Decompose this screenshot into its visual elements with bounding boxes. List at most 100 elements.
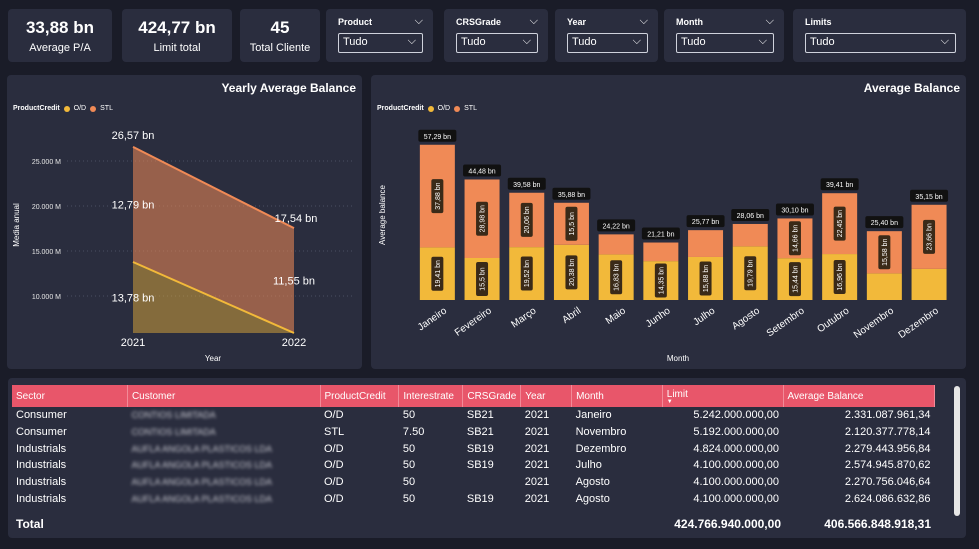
slicer-value: Tudo [810,36,835,48]
column-header-customer[interactable]: Customer [127,385,321,407]
column-header-month[interactable]: Month [571,385,663,407]
table-cell: 2.574.945.870,62 [844,459,931,472]
chevron-down-icon: ⌵ [522,35,531,47]
table-cell: AUFLA ANGOLA PLASTICOS LDA [131,443,272,454]
x-tick-label: Outubro [815,305,851,335]
table-cell: O/D [324,459,344,472]
table-cell: 2021 [524,409,550,422]
slicer-dropdown[interactable]: Tudo ⌵ [676,33,774,53]
column-header-limit[interactable]: Limit ▼ [662,385,784,407]
slicer-product[interactable]: Product ⌵ Tudo ⌵ [326,9,433,62]
kpi-average-pa: 33,88 bn Average P/A [8,9,112,62]
slicer-dropdown[interactable]: Tudo ⌵ [456,33,538,53]
table-cell: Agosto [575,492,610,505]
kpi-value: 33,88 bn [25,17,95,37]
x-tick-label: 2021 [121,337,145,349]
y-axis-title: Media anual [12,203,21,247]
slicer-limits[interactable]: Limits Tudo ⌵ [793,9,966,62]
total-label: 25,40 bn [871,220,898,227]
x-tick-label: Junho [644,305,673,330]
table-cell: 2.624.086.632,86 [844,492,931,505]
chevron-down-icon[interactable]: ⌵ [415,15,423,28]
x-tick-label: Setembro [765,305,807,339]
column-header-year[interactable]: Year [520,385,573,407]
slicer-value: Tudo [343,36,368,48]
y-tick-label: 25.000 M [32,159,61,166]
x-tick-label: Agosto [730,305,762,332]
y-axis-title: Average balance [378,185,387,245]
column-header-sector[interactable]: Sector [12,385,128,407]
table-cell: 4.100.000.000,00 [693,492,779,505]
x-axis-title: Year [205,354,222,363]
total-label: Total [16,517,44,531]
table-cell: O/D [324,492,344,505]
total-label: 28,06 bn [737,213,764,220]
table-cell: AUFLA ANGOLA PLASTICOS LDA [131,460,272,471]
table-row[interactable]: Industrials AUFLA ANGOLA PLASTICOS LDA O/D… [12,490,935,507]
stl-value-label: 23,66 bn [927,223,934,250]
table-cell: SB21 [466,409,494,422]
column-header-crsgrade[interactable]: CRSGrade [462,385,522,407]
table-cell: 4.100.000.000,00 [693,459,779,472]
table-cell: 5.192.000.000,00 [693,426,779,439]
table-row[interactable]: Industrials AUFLA ANGOLA PLASTICOS LDA O/D… [12,440,935,457]
yearly-average-balance-chart[interactable]: Yearly Average Balance ProductCredit O/D… [7,75,362,369]
kpi-label: Total Cliente [249,41,311,54]
table-scrollbar[interactable] [954,386,960,516]
slicer-title: Year [567,17,587,27]
x-tick-label: Novembro [852,305,896,341]
column-header-productcredit[interactable]: ProductCredit [320,385,400,407]
column-header-average-balance[interactable]: Average Balance [783,385,935,407]
table-cell: Industrials [16,442,67,455]
table-cell: 5.242.000.000,00 [693,409,779,422]
table-row[interactable]: Industrials AUFLA ANGOLA PLASTICOS LDA O/D… [12,457,935,474]
slicer-dropdown[interactable]: Tudo ⌵ [567,33,648,53]
table-row[interactable]: Consumer CONTIOS LIMITADA O/D 50 SB21 2021 Jan… [12,407,935,424]
od-value-label: 15,44 bn [792,265,799,292]
table-cell: Industrials [16,492,67,505]
slicer-month[interactable]: Month ⌵ Tudo ⌵ [664,9,784,62]
bar-chart-plot: 57,29 bn 19,41 bn 37,88 bn Janeiro 44,48 bn 1… [378,129,949,363]
total-label: 30,10 bn [781,207,808,214]
slicer-dropdown[interactable]: Tudo ⌵ [805,33,956,53]
od-value-label: 15,5 bn [480,267,487,290]
od-value-label: 16,83 bn [614,263,621,290]
total-label: 25,77 bn [692,219,719,226]
limit-header-label: Limit [666,388,688,400]
od-value-label: 19,52 bn [524,260,531,287]
total-average-balance: 406.566.848.918,31 [824,517,931,531]
kpi-value: 424,77 bn [138,17,216,37]
x-tick-label: 2022 [282,337,306,349]
slicer-dropdown[interactable]: Tudo ⌵ [338,33,423,53]
chevron-down-icon[interactable]: ⌵ [640,15,648,28]
table-cell: Novembro [575,426,627,439]
table-cell: SB19 [466,442,494,455]
table-cell [463,474,521,491]
total-label: 24,22 bn [603,223,630,230]
chevron-down-icon[interactable]: ⌵ [766,15,774,28]
od-value-label: 15,88 bn [703,265,710,292]
table-row[interactable]: Industrials AUFLA ANGOLA PLASTICOS LDA O/D… [12,474,935,491]
average-balance-chart[interactable]: Average Balance ProductCredit O/D STL 57… [371,75,966,369]
chevron-down-icon: ⌵ [407,35,416,47]
table-cell: Consumer [16,409,67,422]
table-cell: 2021 [524,476,550,489]
slicer-crsgrade[interactable]: CRSGrade ⌵ Tudo ⌵ [444,9,548,62]
y-tick-label: 15.000 M [32,249,61,256]
table-cell: 2021 [524,459,550,472]
table-row[interactable]: Consumer CONTIOS LIMITADA STL 7.50 SB21 2021 N… [12,424,935,441]
kpi-limit-total: 424,77 bn Limit total [122,9,232,62]
sort-down-icon[interactable]: ▼ [667,399,779,405]
slicer-title: Product [338,17,373,27]
table-cell: 2.331.087.961,34 [844,409,931,422]
table-cell: SB19 [466,459,494,472]
table-cell: Julho [575,459,602,472]
od-value-label: 19,41 bn [435,260,442,287]
data-table[interactable]: Sector Customer ProductCredit Interestra… [8,378,966,538]
table-cell: STL [324,426,345,439]
kpi-label: Average P/A [29,41,91,54]
total-label-2022: 17,54 bn [275,213,318,225]
chevron-down-icon[interactable]: ⌵ [530,15,538,28]
slicer-year[interactable]: Year ⌵ Tudo ⌵ [555,9,658,62]
column-header-interestrate[interactable]: Interestrate [398,385,464,407]
